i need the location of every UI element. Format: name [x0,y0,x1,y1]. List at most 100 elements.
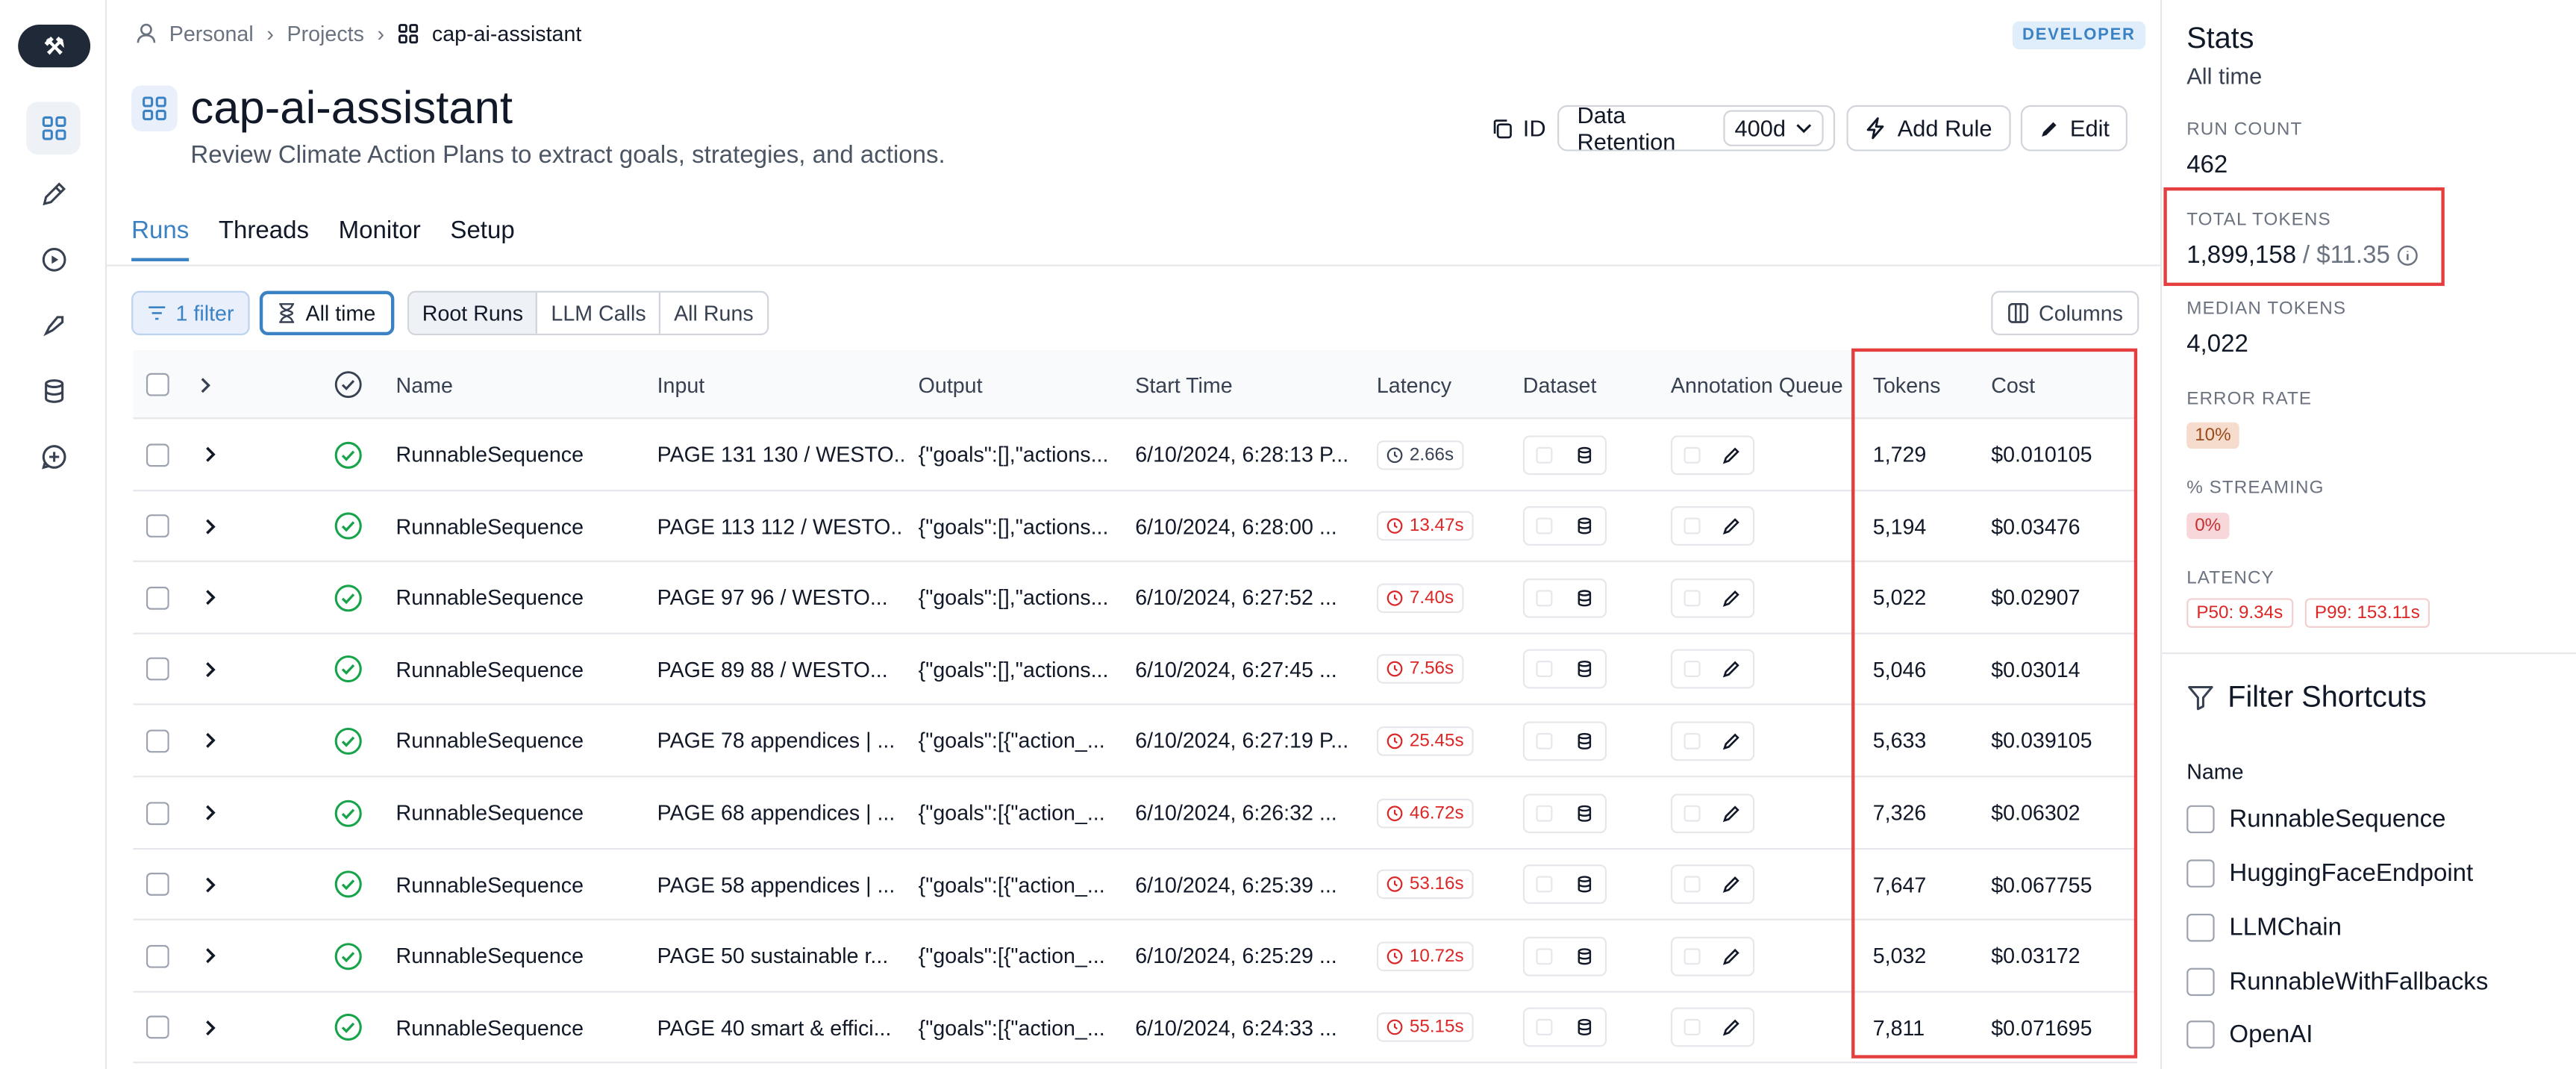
p50-badge: P50: 9.34s [2186,598,2293,628]
add-to-annotation-queue-button[interactable] [1670,777,1755,848]
select-all-checkbox[interactable] [146,373,169,396]
segment-all-runs[interactable]: All Runs [660,293,766,334]
shortcut-checkbox[interactable] [2186,1020,2215,1049]
deploy-rocket-icon[interactable] [26,299,81,352]
expand-row-button[interactable] [204,562,217,633]
run-name[interactable]: RunnableSequence [396,777,643,848]
shortcut-checkbox[interactable] [2186,859,2215,888]
row-checkbox[interactable] [146,729,169,753]
col-annotation-queue[interactable]: Annotation Queue [1671,350,1868,419]
run-name[interactable]: RunnableSequence [396,992,643,1063]
add-rule-button[interactable]: Add Rule [1846,105,2010,152]
table-row[interactable]: RunnableSequence PAGE 50 sustainable r...… [133,920,2138,993]
shortcut-huggingfaceendpoint[interactable]: HuggingFaceEndpoint [2186,859,2473,888]
add-to-annotation-queue-button[interactable] [1670,562,1755,633]
datasets-nav-icon[interactable] [26,365,81,417]
table-row[interactable]: RunnableSequence PAGE 78 appendices | ...… [133,705,2138,778]
tab-monitor[interactable]: Monitor [339,217,421,261]
run-name[interactable]: RunnableSequence [396,705,643,776]
col-name[interactable]: Name [396,350,453,419]
segment-llm-calls[interactable]: LLM Calls [538,292,661,334]
add-to-dataset-button[interactable] [1522,777,1607,848]
table-row[interactable]: RunnableSequence PAGE 89 88 / WESTO... {"g… [133,634,2138,706]
expand-row-button[interactable] [204,634,217,705]
add-to-dataset-button[interactable] [1522,419,1607,490]
annotate-nav-icon[interactable] [26,168,81,220]
copy-id-button[interactable]: ID [1492,105,1546,152]
add-to-annotation-queue-button[interactable] [1670,634,1755,705]
latency-value: 25.45s [1409,731,1464,751]
add-to-dataset-button[interactable] [1522,634,1607,705]
shortcut-checkbox[interactable] [2186,805,2215,834]
row-checkbox[interactable] [146,658,169,682]
time-range-button[interactable]: All time [259,290,394,336]
expand-row-button[interactable] [204,705,217,776]
row-checkbox[interactable] [146,1016,169,1040]
breadcrumb-projects[interactable]: Projects [287,22,364,46]
row-checkbox[interactable] [146,801,169,825]
run-name[interactable]: RunnableSequence [396,849,643,920]
run-name[interactable]: RunnableSequence [396,490,643,561]
tab-threads[interactable]: Threads [219,217,309,261]
tab-setup[interactable]: Setup [450,217,514,261]
expand-row-button[interactable] [204,992,217,1063]
add-to-dataset-button[interactable] [1522,849,1607,920]
add-to-dataset-button[interactable] [1522,705,1607,776]
add-to-annotation-queue-button[interactable] [1670,419,1755,490]
tab-runs[interactable]: Runs [131,217,190,262]
expand-row-button[interactable] [204,849,217,920]
run-name[interactable]: RunnableSequence [396,419,643,490]
projects-nav-icon[interactable] [26,102,81,155]
success-check-icon [334,870,362,898]
table-row[interactable]: RunnableSequence PAGE 113 112 / WESTO... {… [133,490,2138,563]
add-to-annotation-queue-button[interactable] [1670,849,1755,920]
col-dataset[interactable]: Dataset [1523,350,1597,419]
add-to-annotation-queue-button[interactable] [1670,920,1755,991]
col-input[interactable]: Input [657,350,705,419]
col-output[interactable]: Output [919,350,983,419]
run-name[interactable]: RunnableSequence [396,920,643,991]
add-to-dataset-button[interactable] [1522,992,1607,1063]
add-to-annotation-queue-button[interactable] [1670,705,1755,776]
add-to-annotation-queue-button[interactable] [1670,992,1755,1063]
table-row[interactable]: RunnableSequence PAGE 58 appendices | ...… [133,849,2138,921]
row-checkbox[interactable] [146,443,169,467]
retention-select[interactable]: 400d [1723,110,1824,146]
shortcut-runnablewithfallbacks[interactable]: RunnableWithFallbacks [2186,967,2488,997]
expand-row-button[interactable] [204,777,217,848]
expand-all-icon[interactable] [198,350,212,419]
shortcut-checkbox[interactable] [2186,967,2215,997]
add-to-dataset-button[interactable] [1522,562,1607,633]
table-row[interactable]: RunnableSequence PAGE 68 appendices | ...… [133,777,2138,850]
col-start-time[interactable]: Start Time [1135,350,1232,419]
edit-button[interactable]: Edit [2020,105,2128,152]
add-to-dataset-button[interactable] [1522,920,1607,991]
expand-row-button[interactable] [204,419,217,490]
columns-button[interactable]: Columns [1991,290,2140,336]
run-name[interactable]: RunnableSequence [396,634,643,705]
row-checkbox[interactable] [146,514,169,538]
expand-row-button[interactable] [204,920,217,991]
table-row[interactable]: RunnableSequence PAGE 97 96 / WESTO... {"g… [133,562,2138,635]
playground-nav-icon[interactable] [26,234,81,286]
add-to-dataset-button[interactable] [1522,490,1607,561]
table-row[interactable]: RunnableSequence PAGE 131 130 / WESTO... {… [133,419,2138,491]
expand-row-button[interactable] [204,490,217,561]
run-name[interactable]: RunnableSequence [396,562,643,633]
shortcut-openai[interactable]: OpenAI [2186,1020,2313,1049]
pencil-icon [1723,1020,1740,1037]
filter-button[interactable]: 1 filter [131,290,251,336]
app-logo-icon[interactable]: ⚒ [18,25,91,68]
breadcrumb-personal[interactable]: Personal [169,22,254,46]
shortcut-runnablesequence[interactable]: RunnableSequence [2186,805,2446,834]
shortcut-checkbox[interactable] [2186,914,2215,942]
col-latency[interactable]: Latency [1377,350,1451,419]
table-row[interactable]: RunnableSequence PAGE 40 smart & effici..… [133,992,2138,1065]
segment-root-runs[interactable]: Root Runs [409,292,538,334]
add-to-annotation-queue-button[interactable] [1670,490,1755,561]
row-checkbox[interactable] [146,944,169,967]
row-checkbox[interactable] [146,586,169,610]
prompts-nav-icon[interactable] [26,431,81,483]
row-checkbox[interactable] [146,873,169,897]
shortcut-llmchain[interactable]: LLMChain [2186,914,2342,942]
